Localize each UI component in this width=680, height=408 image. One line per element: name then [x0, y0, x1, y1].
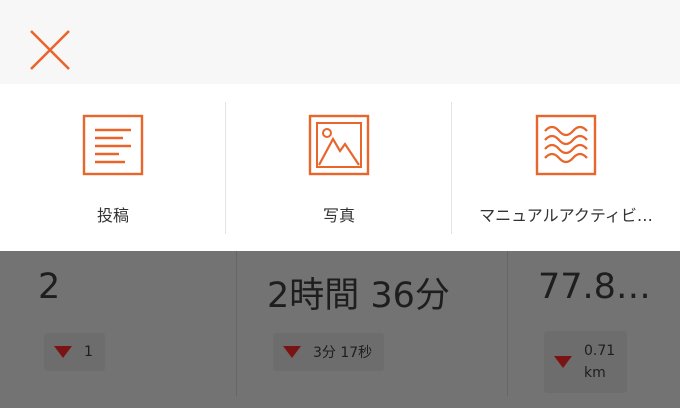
stat-divider: [507, 251, 508, 396]
delta-text: 3分 17秒: [313, 345, 373, 361]
delta-number: 0.71: [584, 343, 616, 359]
menu-item-photo[interactable]: 写真: [226, 84, 452, 251]
delta-unit: km: [584, 365, 606, 381]
decrease-arrow-icon: [554, 356, 572, 368]
stat-count: 2 1: [38, 251, 228, 408]
decrease-arrow-icon: [283, 346, 301, 358]
delta-text: 1: [84, 344, 93, 360]
menu-item-label: 投稿: [96, 206, 129, 225]
stat-value: 77.8…: [538, 267, 651, 307]
stat-distance: 77.8… 0.71 km: [538, 251, 680, 408]
menu-item-post[interactable]: 投稿: [0, 84, 226, 251]
post-icon: [82, 114, 144, 176]
manual-activity-icon: [535, 114, 597, 176]
stat-time: 2時間 36分 3分 17秒: [267, 251, 497, 408]
stat-delta: 1: [44, 333, 105, 371]
decrease-arrow-icon: [54, 346, 72, 358]
stat-delta: 0.71 km: [544, 331, 628, 393]
menu-item-manual-activity[interactable]: マニュアルアクティビ…: [452, 84, 680, 251]
stat-divider: [236, 251, 237, 396]
photo-icon: [308, 114, 370, 176]
create-menu: 投稿 写真 マニュアルアクティビ…: [0, 84, 680, 251]
delta-text: 0.71 km: [584, 340, 615, 384]
stats-overlay[interactable]: 2 1 2時間 36分 3分 17秒 77.8… 0.71 km: [0, 251, 680, 408]
stat-value: 2時間 36分: [267, 276, 450, 316]
close-icon[interactable]: [26, 26, 74, 74]
stat-value: 2: [38, 267, 61, 307]
menu-item-label: マニュアルアクティビ…: [479, 206, 653, 225]
menu-item-label: 写真: [322, 206, 355, 225]
top-bar: [0, 0, 680, 84]
stat-delta: 3分 17秒: [273, 333, 385, 371]
